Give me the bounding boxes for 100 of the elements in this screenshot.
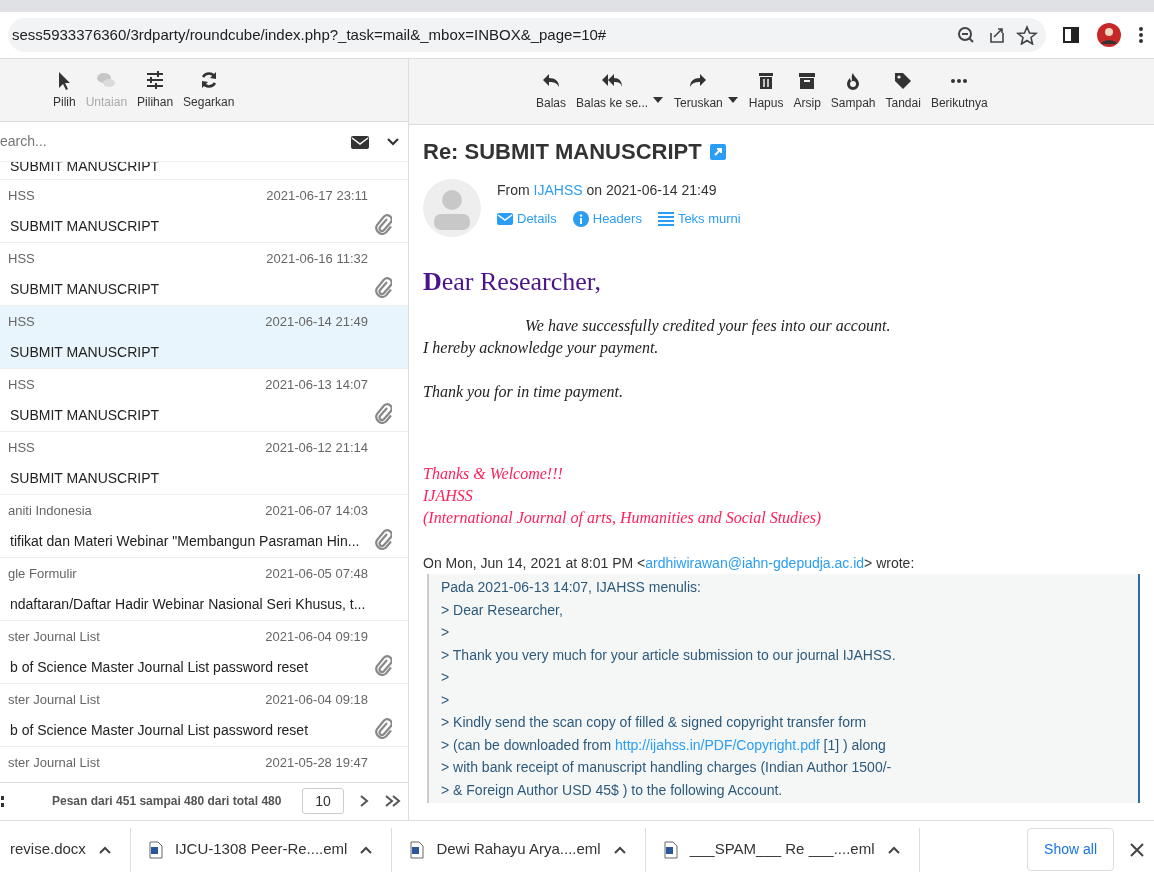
chevron-up-icon[interactable] <box>97 844 112 855</box>
download-filename: ___SPAM___ Re ___....eml <box>689 839 875 860</box>
page-field[interactable]: 10 <box>302 788 344 815</box>
message-date: 2021-06-17 23:11 <box>266 187 368 206</box>
signature-text: Thanks & Welcome!!! <box>423 464 564 484</box>
message-date: 2021-06-07 14:03 <box>265 502 368 521</box>
url-text: sess5933376360/3rdparty/roundcube/index.php?_task=mail&_mbox=INBOX&_page=10# <box>12 24 608 45</box>
signature-text: IJAHSS <box>423 486 474 506</box>
side-panel-icon[interactable] <box>1062 26 1080 44</box>
chevron-up-icon[interactable] <box>886 844 901 855</box>
body-text: I hereby acknowledge your payment. <box>423 338 660 359</box>
message-subject: SUBMIT MANUSCRIPT <box>10 469 160 489</box>
message-subject: SUBMIT MANUSCRIPT <box>10 217 160 237</box>
download-item[interactable]: Dewi Rahayu Arya....eml <box>392 827 646 872</box>
sender-name: gle Formulir <box>8 565 77 584</box>
archive-icon <box>797 71 818 91</box>
quote-line: > with bank receipt of manuscript handling charges (Indian Author 1500/- <box>441 758 893 777</box>
message-row[interactable]: aniti Indonesia 2021-06-07 14:03 tifikat dan Materi Webinar "Membangun Pasraman Hin... <box>0 495 408 559</box>
message-subject: b of Science Master Journal List password reset <box>10 721 309 741</box>
toolbar-button[interactable]: Tandai <box>880 67 926 116</box>
close-icon[interactable] <box>1130 842 1144 857</box>
sender-name: HSS <box>8 313 35 332</box>
toolbar-button[interactable]: Berikutnya <box>925 67 993 116</box>
sender-name: HSS <box>8 250 35 269</box>
message-date: 2021-06-04 09:18 <box>265 691 368 710</box>
toolbar-button[interactable]: Arsip <box>788 67 826 116</box>
info-icon <box>572 210 589 227</box>
quote-line: > <box>441 668 451 687</box>
message-row[interactable]: gle Formulir 2021-06-05 07:48 ndaftaran/Daftar Hadir Webinar Nasional Seri Khusus, t... <box>0 558 408 622</box>
sender-name: ster Journal List <box>8 691 100 710</box>
body-text: Thank you for in time payment. <box>423 382 624 403</box>
more-icon[interactable] <box>1138 25 1144 45</box>
envelope-icon[interactable] <box>350 133 370 150</box>
message-subject: b of Science Master Journal List password reset <box>10 658 309 678</box>
sender-name: ster Journal List <box>8 754 100 773</box>
quote-line: Pada 2021-06-13 14:07, IJAHSS menulis: <box>441 578 702 597</box>
greeting-text: Dear Researcher, <box>423 266 602 298</box>
message-date: 2021-06-04 09:19 <box>265 628 368 647</box>
toolbar-button[interactable]: Hapus <box>743 67 789 116</box>
message-subject: ndaftaran/Daftar Hadir Webinar Nasional Seri Khusus, t... <box>10 595 366 615</box>
chevron-up-icon[interactable] <box>612 844 627 855</box>
message-row[interactable]: HSS 2021-06-13 14:07 SUBMIT MANUSCRIPT <box>0 369 408 433</box>
sender-name: HSS <box>8 376 35 395</box>
quote-intro-text: On Mon, Jun 14, 2021 at 8:01 PM <ardhiwirawan@iahn-gdepudja.ac.id> wrote: <box>423 554 916 573</box>
message-row[interactable]: ster Journal List 2021-06-04 09:18 b of Science Master Journal List password reset <box>0 684 408 748</box>
toolbar-button[interactable]: Pilihan <box>132 65 179 115</box>
profile-avatar-icon[interactable] <box>1096 22 1122 48</box>
message-subject: tifikat dan Materi Webinar "Membangun Pasraman Hin... <box>10 532 360 552</box>
sender-name: HSS <box>8 187 35 206</box>
message-date: 2021-05-28 19:47 <box>265 754 368 773</box>
email-subject: Re: SUBMIT MANUSCRIPT <box>423 138 702 166</box>
body-text: We have successfully credited your fees into our account. <box>524 316 892 337</box>
external-link-icon[interactable] <box>709 143 726 160</box>
toolbar-button[interactable]: Teruskan <box>669 67 728 116</box>
last-page-icon[interactable] <box>384 794 402 809</box>
download-item[interactable]: IJCU-1308 Peer-Re....eml <box>130 827 393 872</box>
caret-icon[interactable] <box>727 97 738 103</box>
quote-line: > Dear Researcher, <box>441 600 564 620</box>
download-filename: IJCU-1308 Peer-Re....eml <box>174 839 348 860</box>
download-filename: Dewi Rahayu Arya....eml <box>436 839 601 860</box>
message-date: 2021-06-14 21:49 <box>265 313 368 332</box>
caret-icon[interactable] <box>653 97 664 103</box>
toolbar-button[interactable]: Balas <box>531 67 572 116</box>
dots-icon <box>949 78 970 84</box>
envelope-icon <box>497 210 513 227</box>
address-bar[interactable]: sess5933376360/3rdparty/roundcube/index.php?_task=mail&_mbox=INBOX&_page=10# <box>8 18 1046 52</box>
sliders-icon <box>145 69 166 90</box>
message-row[interactable]: HSS 2021-06-12 21:14 SUBMIT MANUSCRIPT <box>0 432 408 496</box>
download-item[interactable]: ___SPAM___ Re ___....eml <box>645 827 920 872</box>
quote-line: > Thank you very much for your article submission to our journal IJAHSS. <box>441 645 897 665</box>
message-row[interactable]: SUBMIT MANUSCRIPT <box>0 162 408 181</box>
message-date: 2021-06-16 11:32 <box>266 250 368 269</box>
toolbar-button[interactable]: Sampah <box>825 67 881 116</box>
quote-line: > (can be downloaded from http://ijahss.in/PDF/Copyright.pdf [1] ) along <box>441 735 887 755</box>
toolbar-button[interactable]: Segarkan <box>178 65 240 115</box>
sender-name: HSS <box>8 439 35 458</box>
message-subject: SUBMIT MANUSCRIPT <box>10 343 160 363</box>
message-subject: SUBMIT MANUSCRIPT <box>10 280 160 300</box>
tag-icon <box>893 71 914 91</box>
quote-line: > <box>441 690 451 710</box>
first-page-icon[interactable] <box>0 794 6 809</box>
quote-line: > <box>441 623 451 642</box>
download-item[interactable]: revise.docx <box>0 827 131 872</box>
pager-text: Pesan dari 451 sampai 480 dari total 480 <box>52 793 282 811</box>
message-date: 2021-06-13 14:07 <box>265 376 368 395</box>
message-row[interactable]: HSS 2021-06-17 23:11 SUBMIT MANUSCRIPT <box>0 180 408 244</box>
chevron-up-icon[interactable] <box>359 844 374 855</box>
message-row[interactable]: ster Journal List 2021-06-04 09:19 b of Science Master Journal List password reset <box>0 621 408 685</box>
message-row[interactable]: HSS 2021-06-14 21:49 SUBMIT MANUSCRIPT <box>0 306 408 370</box>
next-page-icon[interactable] <box>358 794 370 809</box>
download-filename: revise.docx <box>10 839 86 860</box>
search-field[interactable]: earch... <box>0 131 350 153</box>
quote-line: > Kindly send the scan copy of filled & signed copyright transfer form <box>441 713 868 732</box>
sender-name: aniti Indonesia <box>8 502 92 521</box>
toolbar-button[interactable]: Pilih <box>48 65 81 115</box>
from-line: From IJAHSS on 2021-06-14 21:49 <box>497 181 718 200</box>
toolbar-button[interactable]: Balas ke se... <box>571 67 654 116</box>
show-all-button[interactable]: Show all <box>1027 828 1114 871</box>
chevron-down-icon[interactable] <box>386 136 400 147</box>
list-icon <box>657 210 674 227</box>
